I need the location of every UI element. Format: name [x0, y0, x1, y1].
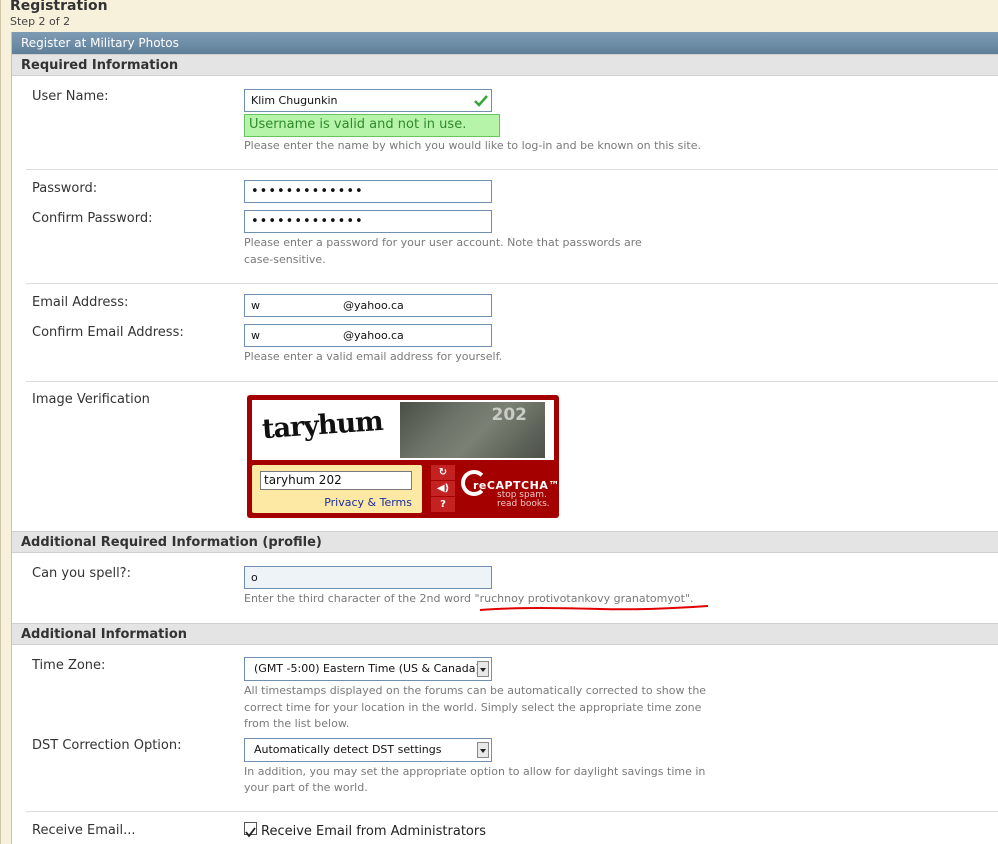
panel-header: Register at Military Photos [12, 32, 998, 54]
recaptcha-widget: taryhum 202 taryhum 202 Privacy & Terms … [247, 395, 559, 518]
refresh-icon[interactable]: ↻ [431, 465, 455, 480]
recaptcha-tagline: stop spam. read books. [497, 491, 550, 509]
section-required-information: Required Information [12, 54, 998, 76]
captcha-photo-number: 202 [491, 405, 528, 425]
divider [26, 283, 998, 284]
confirm-password-masked: ••••••••••••• [251, 214, 364, 229]
receive-email-checkbox[interactable] [244, 822, 257, 838]
captcha-response-input[interactable]: taryhum 202 [260, 471, 412, 490]
spell-value: o [251, 571, 258, 584]
page-header: Registration Step 2 of 2 [0, 0, 998, 844]
confirm-password-input[interactable]: ••••••••••••• [244, 210, 492, 233]
dst-selected: Automatically detect DST settings [254, 743, 442, 756]
confirm-email-local-part: w [251, 329, 260, 342]
username-value: Klim Chugunkin [251, 94, 338, 107]
dst-label: DST Correction Option: [32, 738, 182, 753]
page-subtitle: Step 2 of 2 [10, 15, 71, 28]
divider [26, 169, 998, 170]
email-input[interactable]: w @yahoo.ca [244, 294, 492, 317]
timezone-help-line2: correct time for your location in the wo… [244, 701, 702, 714]
email-label: Email Address: [32, 295, 129, 310]
confirm-email-input[interactable]: w @yahoo.ca [244, 324, 492, 347]
chevron-down-icon[interactable] [477, 661, 489, 677]
username-help: Please enter the name by which you would… [244, 139, 702, 152]
password-help-line2: case-sensitive. [244, 253, 326, 266]
recaptcha-logo: reCAPTCHA™ stop spam. read books. [461, 467, 559, 513]
privacy-terms-link[interactable]: Privacy & Terms [324, 496, 412, 509]
left-border [0, 0, 1, 844]
email-domain: @yahoo.ca [343, 299, 404, 312]
dst-select[interactable]: Automatically detect DST settings [244, 738, 492, 762]
timezone-selected: (GMT -5:00) Eastern Time (US & Canada) [254, 662, 480, 675]
receive-email-label: Receive Email... [32, 823, 136, 838]
receive-email-checkbox-label[interactable]: Receive Email from Administrators [261, 824, 486, 839]
timezone-help-line3: from the list below. [244, 717, 350, 730]
image-verification-label: Image Verification [32, 392, 150, 407]
captcha-photo: 202 [400, 402, 545, 458]
checkmark-icon [474, 95, 488, 107]
username-input[interactable]: Klim Chugunkin [244, 89, 492, 112]
password-help-line1: Please enter a password for your user ac… [244, 236, 642, 249]
captcha-image: taryhum 202 [252, 400, 554, 460]
timezone-label: Time Zone: [32, 658, 106, 673]
timezone-help-line1: All timestamps displayed on the forums c… [244, 684, 707, 697]
captcha-buttons: ↻ ◀) ? [431, 465, 455, 513]
captcha-word: taryhum [261, 405, 384, 446]
confirm-password-label: Confirm Password: [32, 211, 153, 226]
recaptcha-tagline-2: read books. [497, 499, 550, 509]
email-local-part: w [251, 299, 260, 312]
username-valid-message: Username is valid and not in use. [244, 114, 500, 137]
spell-input[interactable]: o [244, 566, 492, 589]
confirm-email-label: Confirm Email Address: [32, 325, 184, 340]
registration-panel: Register at Military Photos Required Inf… [11, 32, 998, 844]
section-additional-information: Additional Information [12, 623, 998, 645]
check-icon [245, 827, 256, 838]
captcha-response-area: taryhum 202 Privacy & Terms [252, 465, 422, 513]
page-title: Registration [10, 0, 108, 14]
timezone-select[interactable]: (GMT -5:00) Eastern Time (US & Canada) [244, 657, 492, 681]
dst-help-line1: In addition, you may set the appropriate… [244, 765, 706, 778]
password-input[interactable]: ••••••••••••• [244, 180, 492, 203]
password-label: Password: [32, 181, 98, 196]
email-help: Please enter a valid email address for y… [244, 350, 503, 363]
password-masked: ••••••••••••• [251, 184, 364, 199]
audio-icon[interactable]: ◀) [431, 481, 455, 496]
annotation-underline [480, 605, 709, 611]
username-label: User Name: [32, 89, 109, 104]
confirm-email-domain: @yahoo.ca [343, 329, 404, 342]
dst-help-line2: your part of the world. [244, 781, 368, 794]
spell-label: Can you spell?: [32, 566, 131, 581]
divider [26, 811, 998, 812]
section-additional-required-profile: Additional Required Information (profile… [12, 531, 998, 553]
chevron-down-icon[interactable] [477, 742, 489, 758]
divider [26, 381, 998, 382]
help-icon[interactable]: ? [431, 497, 455, 512]
